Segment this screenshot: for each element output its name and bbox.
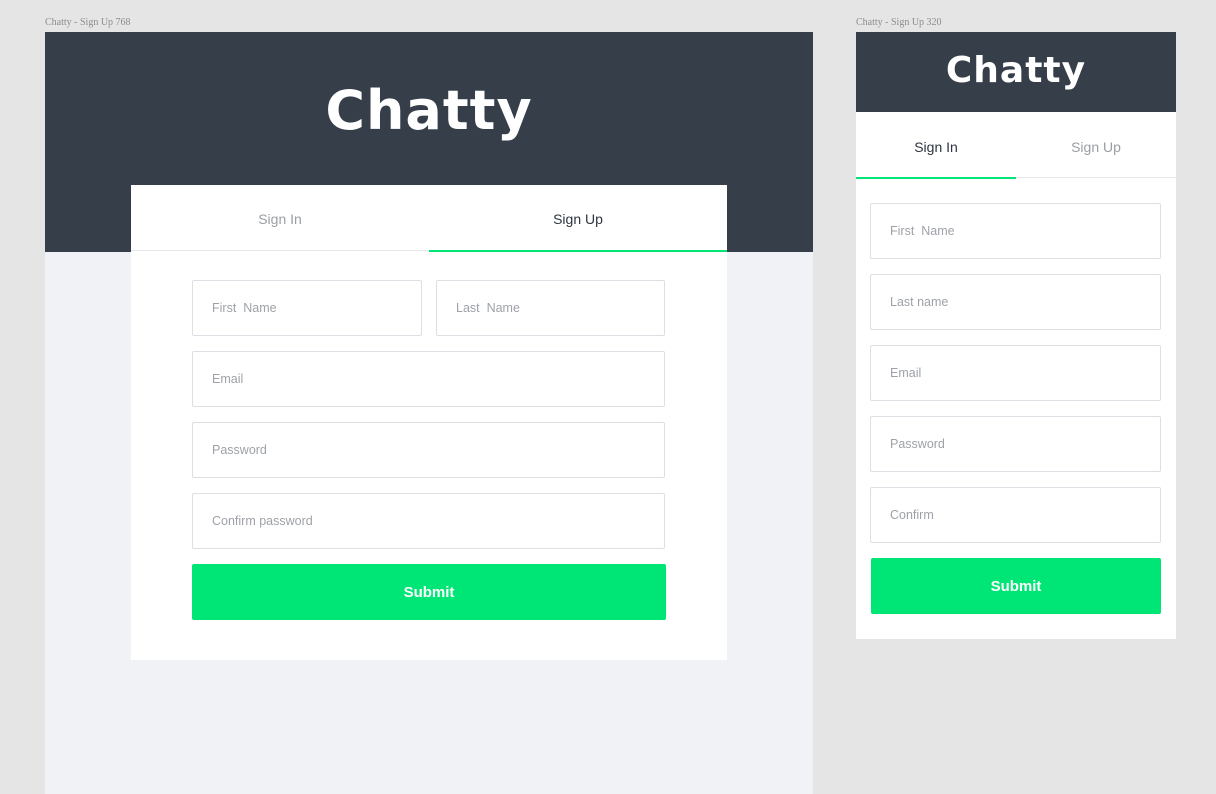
email-field[interactable]: Email bbox=[870, 345, 1161, 401]
artboard-label-320: Chatty - Sign Up 320 bbox=[856, 17, 942, 28]
logo: Chatty bbox=[945, 50, 1087, 91]
artboard-sign-up-320: Chatty Sign In Sign Up First Name Last n… bbox=[856, 32, 1176, 639]
tab-sign-in[interactable]: Sign In bbox=[856, 112, 1016, 179]
logo: Chatty bbox=[325, 79, 533, 142]
email-field[interactable]: Email bbox=[192, 351, 665, 407]
last-name-field[interactable]: Last name bbox=[870, 274, 1161, 330]
submit-button[interactable]: Submit bbox=[871, 558, 1161, 614]
submit-button[interactable]: Submit bbox=[192, 564, 666, 620]
tab-sign-up[interactable]: Sign Up bbox=[1016, 112, 1176, 177]
auth-tabs: Sign In Sign Up bbox=[856, 112, 1176, 179]
artboard-label-768: Chatty - Sign Up 768 bbox=[45, 17, 131, 28]
auth-card: Sign In Sign Up First Name Last Name Ema… bbox=[131, 185, 727, 660]
confirm-field[interactable]: Confirm bbox=[870, 487, 1161, 543]
first-name-field[interactable]: First Name bbox=[192, 280, 422, 336]
header-bar: Chatty bbox=[856, 32, 1176, 112]
password-field[interactable]: Password bbox=[192, 422, 665, 478]
auth-tabs: Sign In Sign Up bbox=[131, 185, 727, 252]
first-name-field[interactable]: First Name bbox=[870, 203, 1161, 259]
confirm-password-field[interactable]: Confirm password bbox=[192, 493, 665, 549]
last-name-field[interactable]: Last Name bbox=[436, 280, 665, 336]
tab-sign-up[interactable]: Sign Up bbox=[429, 185, 727, 252]
artboard-sign-up-768: Chatty Sign In Sign Up First Name Last N… bbox=[45, 32, 813, 794]
password-field[interactable]: Password bbox=[870, 416, 1161, 472]
tab-sign-in[interactable]: Sign In bbox=[131, 185, 429, 250]
